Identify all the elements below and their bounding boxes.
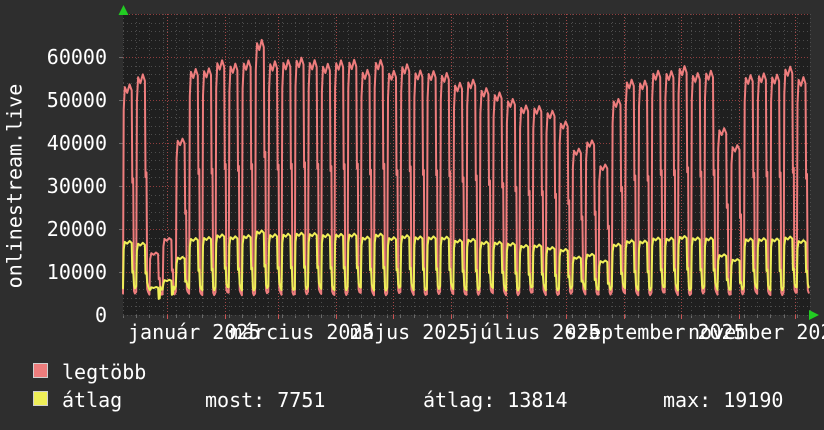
- y-axis-tick-label: 60000: [46, 45, 107, 69]
- y-axis-tick-label: 10000: [46, 260, 107, 284]
- y-axis-tick-label: 30000: [46, 174, 107, 198]
- stat-text: max: 19190: [663, 388, 784, 412]
- right-arrow-icon: [809, 310, 819, 320]
- legend-swatch-legtobb: [33, 363, 48, 378]
- stat-text: átlag: 13814: [423, 388, 568, 412]
- legend-label-atlag: átlag: [62, 388, 123, 412]
- legend-swatch-atlag: [33, 391, 48, 406]
- y-axis-tick-label: 0: [94, 303, 107, 327]
- x-axis-tick-label: május 2025: [350, 320, 471, 344]
- graph-canvas: onlinestream.live 0 10000 20000 30000 40000 5…: [0, 0, 824, 430]
- x-axis-tick-label: november 2025: [688, 320, 824, 344]
- up-arrow-icon: [118, 5, 129, 15]
- stat-text: most: 7751: [205, 388, 326, 412]
- y-axis-tick-label: 50000: [46, 88, 107, 112]
- series-line-legtobb: [122, 38, 810, 297]
- legend-label-legtobb: legtöbb: [62, 360, 147, 384]
- y-axis-tick-label: 40000: [46, 131, 107, 155]
- y-axis-tick-label: 20000: [46, 217, 107, 241]
